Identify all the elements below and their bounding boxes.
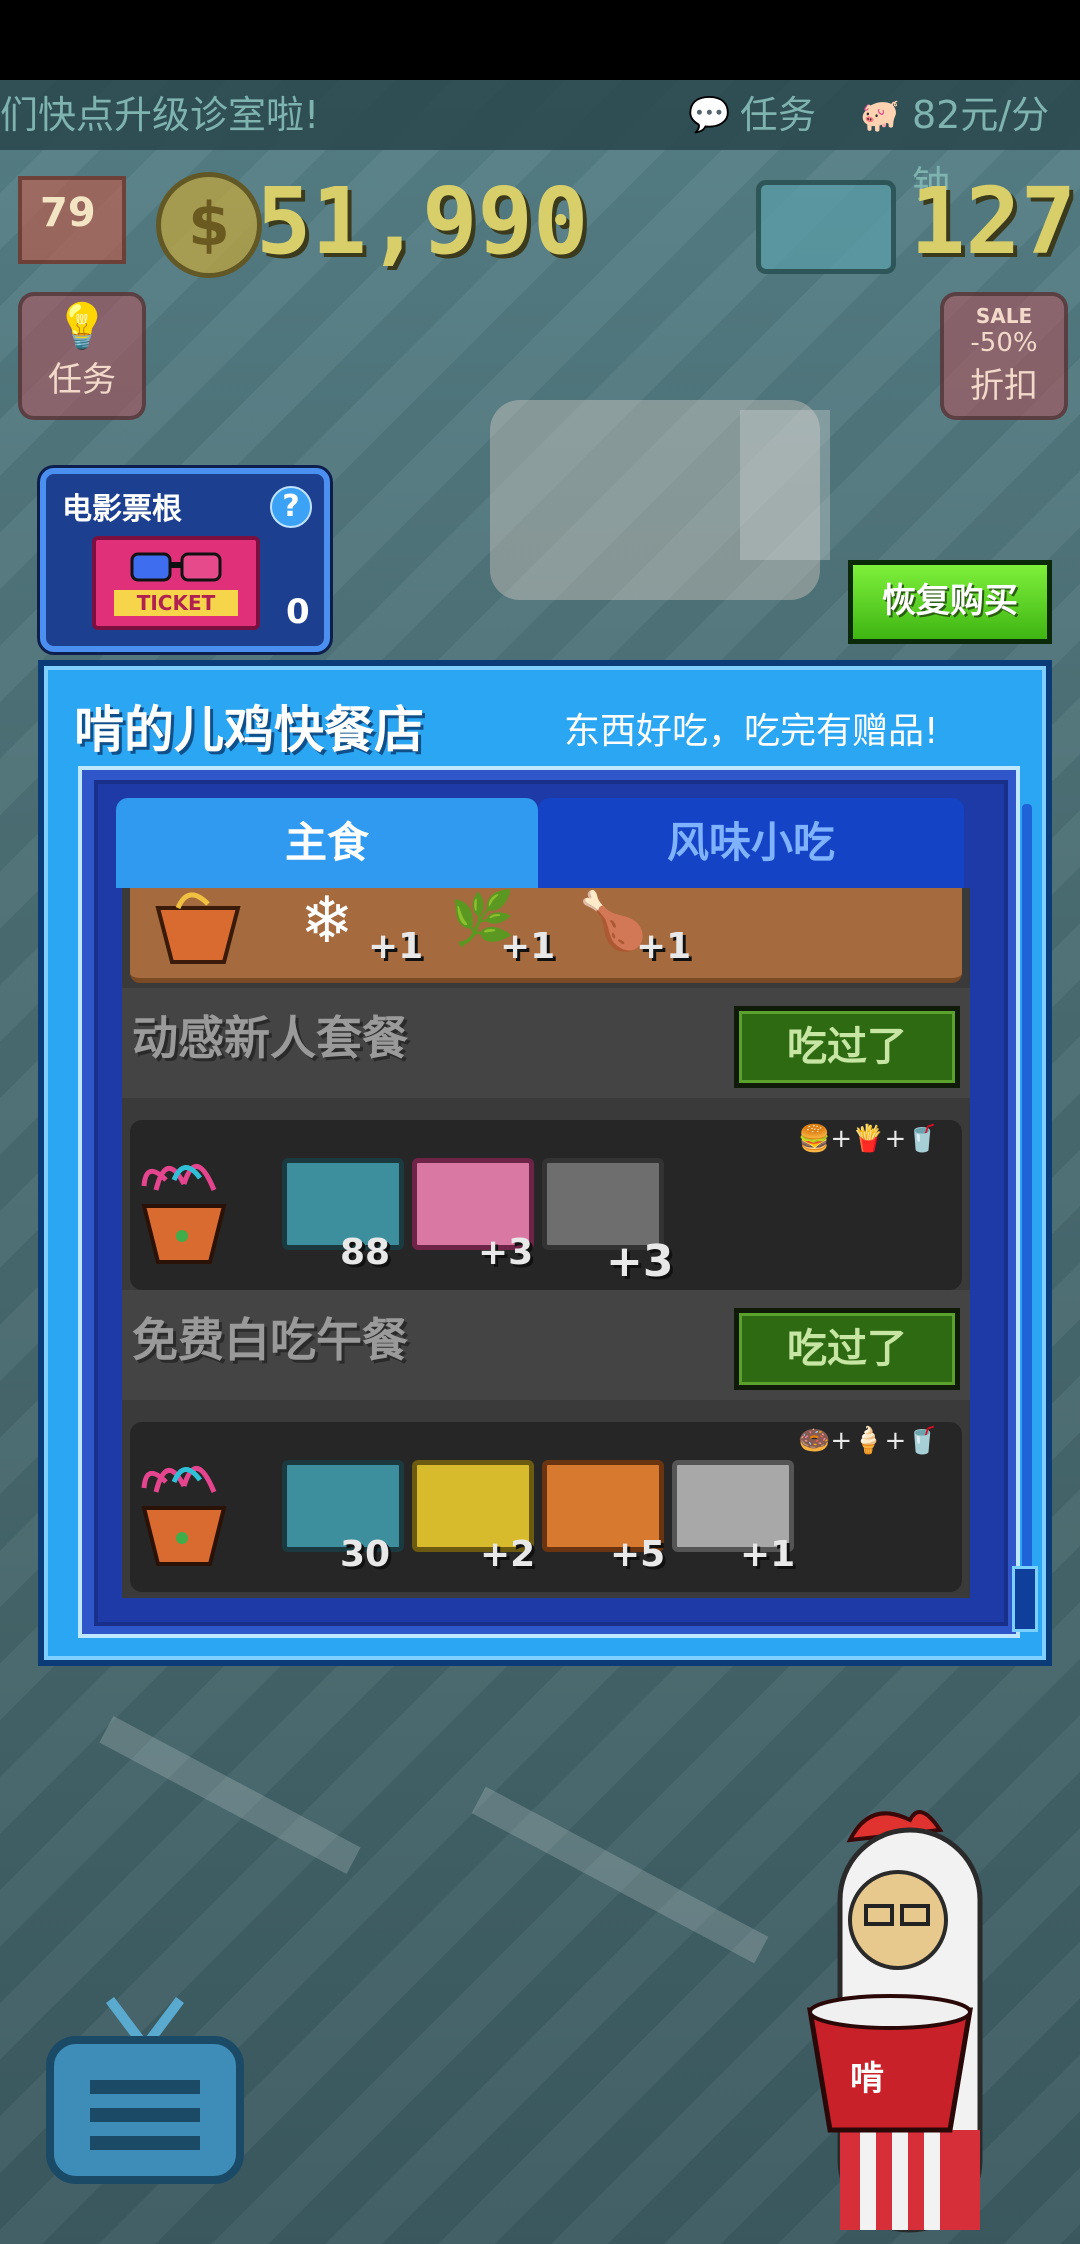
coin-count: 51,990 (256, 168, 589, 275)
ice-cream-icon: 🍦 (852, 1426, 885, 1456)
sale-badge: SALE (975, 304, 1033, 328)
ticket-label: TICKET (114, 590, 238, 616)
meal-list[interactable]: ❄ +1 🌿 +1 🍗 +1 动感新人套餐 吃过了 🍔+🍟+🥤 88 +3 +3… (122, 888, 970, 1598)
eaten-button[interactable]: 吃过了 (734, 1006, 960, 1088)
drink-icon: 🥤 (906, 1426, 939, 1456)
task-label: 任务 (740, 93, 817, 137)
basket-icon (155, 892, 241, 964)
eaten-button[interactable]: 吃过了 (734, 1308, 960, 1390)
discount-button-label: 折扣 (970, 366, 1038, 406)
basket-icon (141, 1163, 227, 1264)
fish-icon (756, 180, 896, 274)
tv-menu-icon[interactable] (30, 1990, 260, 2190)
ticket-count: 0 (286, 592, 310, 632)
meal-header: 动感新人套餐 吃过了 (122, 988, 970, 1098)
fast-food-dialog: 啃的儿鸡快餐店 东西好吃，吃完有赠品! 主食 风味小吃 ❄ +1 🌿 +1 🍗 … (38, 660, 1052, 1666)
burger-icon: 🍔 (798, 1124, 831, 1154)
svg-text:啃: 啃 (850, 2059, 884, 2099)
3d-glasses-icon (130, 552, 222, 582)
reward-count: +3 (478, 1232, 534, 1273)
reward-count: 30 (340, 1534, 391, 1575)
donut-icon: 🍩 (798, 1426, 831, 1456)
fries-icon: 🍟 (852, 1124, 885, 1154)
drink-icon: 🥤 (906, 1124, 939, 1154)
dialog-content: 主食 风味小吃 ❄ +1 🌿 +1 🍗 +1 动感新人套餐 吃过了 🍔+🍟+🥤 … (78, 766, 1020, 1638)
road-stripe (99, 1716, 361, 1874)
reward-count: +1 (636, 926, 692, 967)
fish-count: 127 (910, 168, 1077, 275)
level-badge: 79 (18, 176, 126, 264)
restore-purchase-button[interactable]: 恢复购买 (848, 560, 1052, 644)
dialog-subtitle: 东西好吃，吃完有赠品! (564, 711, 939, 752)
reward-count: +1 (368, 926, 424, 967)
level-number: 79 (40, 190, 96, 236)
sale-percent: -50% (970, 328, 1038, 358)
tab-snacks[interactable]: 风味小吃 (538, 798, 964, 888)
task-button-label: 任务 (48, 360, 116, 400)
combo-icons: 🍩+🍦+🥤 (798, 1426, 939, 1456)
chicken-mascot: 啃 (807, 1810, 983, 2233)
reward-count: +5 (610, 1534, 666, 1575)
meal-name: 动感新人套餐 (132, 1011, 408, 1065)
chat-icon[interactable]: 💬 (688, 80, 730, 150)
task-button[interactable]: 💡 任务 (18, 292, 146, 420)
piggy-icon: 🐖 (860, 96, 900, 134)
ticket-stub-title: 电影票根 (62, 492, 182, 527)
combo-icons: 🍔+🍟+🥤 (798, 1124, 939, 1154)
scrollbar-track[interactable] (1022, 804, 1032, 1624)
vending-machine (740, 410, 830, 560)
lightbulb-icon: 💡 (54, 301, 110, 352)
meal-header: 免费白吃午餐 吃过了 (122, 1290, 970, 1400)
reward-count: +1 (500, 926, 556, 967)
coin-icon: $ (156, 172, 262, 278)
reward-row: 🍔+🍟+🥤 88 +3 +3 (130, 1120, 962, 1290)
reward-count: +3 (606, 1236, 674, 1287)
discount-button[interactable]: SALE -50% 折扣 (940, 292, 1068, 420)
ticket-stub-panel[interactable]: 电影票根 ? TICKET 0 (40, 468, 330, 652)
menu-frame: 主食 风味小吃 ❄ +1 🌿 +1 🍗 +1 动感新人套餐 吃过了 🍔+🍟+🥤 … (94, 780, 1008, 1626)
dialog-title: 啃的儿鸡快餐店 (74, 701, 424, 759)
reward-count: 88 (340, 1232, 391, 1273)
top-info-strip: 们快点升级诊室啦! 💬 任务 🐖 82元/分钟 (0, 80, 1080, 207)
reward-count: +2 (480, 1534, 536, 1575)
scrollbar-thumb[interactable] (1012, 1566, 1038, 1632)
status-bar (0, 0, 1080, 80)
marquee-text: 们快点升级诊室啦! (0, 93, 320, 137)
help-button[interactable]: ? (270, 486, 312, 528)
reward-count: +1 (740, 1534, 796, 1575)
meal-name: 免费白吃午餐 (132, 1313, 408, 1367)
road-stripe (471, 1786, 769, 1964)
basket-icon (141, 1465, 227, 1566)
reward-row: 🍩+🍦+🥤 30 +2 +5 +1 (130, 1422, 962, 1592)
snowflake-icon: ❄ (300, 888, 354, 958)
tab-main-food[interactable]: 主食 (116, 798, 538, 888)
ticket-icon: TICKET (92, 536, 260, 630)
reward-strip: ❄ +1 🌿 +1 🍗 +1 (130, 888, 962, 983)
